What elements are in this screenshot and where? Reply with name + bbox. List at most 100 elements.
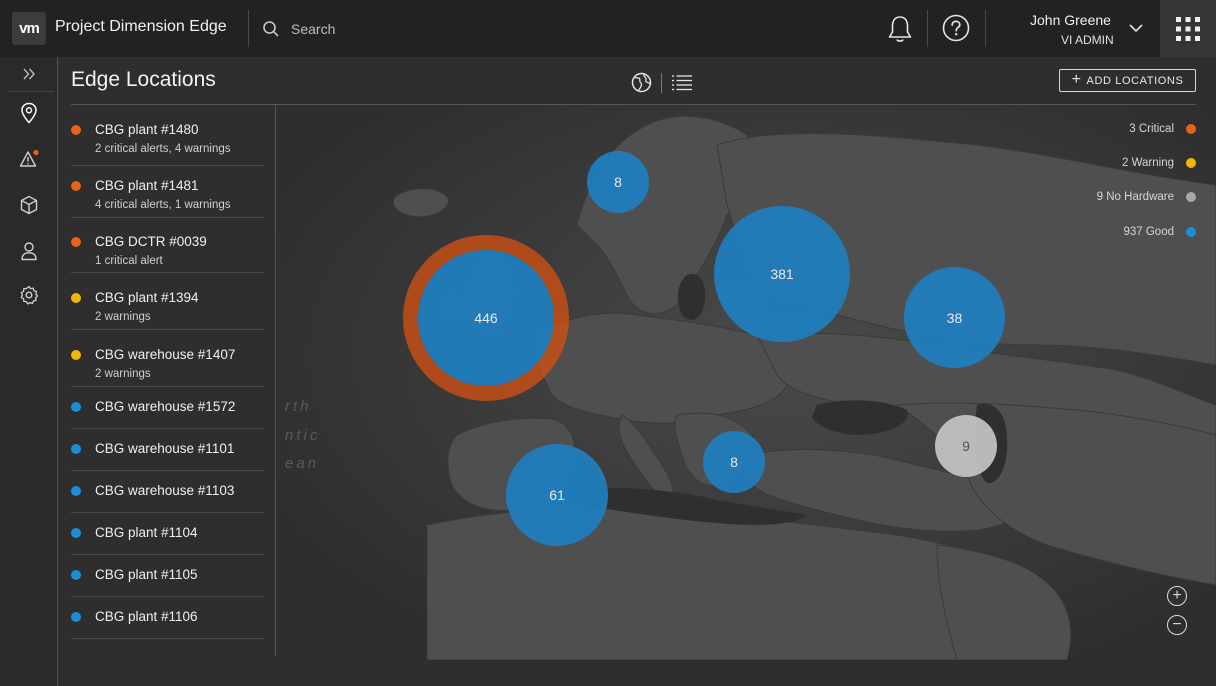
nav-settings[interactable] <box>16 282 42 308</box>
legend-dot <box>1186 158 1196 168</box>
cluster-bubble[interactable]: 446 <box>418 250 554 386</box>
location-list: CBG plant #1480 2 critical alerts, 4 warn… <box>71 105 276 656</box>
app-title[interactable]: Project Dimension Edge <box>55 18 227 36</box>
cluster-bubble[interactable]: 8 <box>703 431 765 493</box>
cluster-bubble[interactable]: 38 <box>904 267 1005 368</box>
cluster-bubble-no-hardware[interactable]: 9 <box>935 415 997 477</box>
ocean-label: rth <box>285 398 312 415</box>
nav-users[interactable] <box>16 238 42 264</box>
legend-item: 2 Warning <box>1122 157 1196 169</box>
location-status-summary: 2 critical alerts, 4 warnings <box>95 143 231 155</box>
legend-item: 937 Good <box>1123 226 1196 238</box>
location-pin-icon <box>21 102 37 124</box>
location-name: CBG plant #1394 <box>95 290 199 305</box>
location-name: CBG warehouse #1407 <box>95 347 236 362</box>
gear-icon <box>20 285 39 305</box>
toggle-divider <box>661 72 662 93</box>
list-view-icon[interactable] <box>671 74 693 92</box>
nav-alerts[interactable] <box>16 146 42 172</box>
double-chevron-right-icon <box>23 68 35 80</box>
status-dot <box>71 125 81 135</box>
legend-dot <box>1186 227 1196 237</box>
zoom-in-button[interactable]: + <box>1167 586 1187 606</box>
legend-label: 3 Critical <box>1129 123 1174 135</box>
legend-dot <box>1186 192 1196 202</box>
europe-map-shapes <box>392 115 1216 660</box>
location-name: CBG plant #1480 <box>95 122 199 137</box>
location-list-item[interactable]: CBG DCTR #0039 1 critical alert <box>71 217 264 273</box>
location-name: CBG warehouse #1103 <box>95 483 235 498</box>
page-title: Edge Locations <box>71 68 216 91</box>
status-dot <box>71 612 81 622</box>
location-name: CBG warehouse #1572 <box>95 399 236 414</box>
search-input[interactable]: Search <box>291 21 335 37</box>
location-list-item[interactable]: CBG plant #1104 <box>71 513 264 555</box>
user-name[interactable]: John Greene <box>1030 12 1111 28</box>
app-launcher-button[interactable] <box>1160 0 1216 57</box>
location-list-item[interactable]: CBG warehouse #1572 <box>71 387 264 429</box>
user-role: VI ADMIN <box>1061 33 1114 47</box>
vm-logo[interactable]: vm <box>12 12 46 45</box>
status-dot <box>71 486 81 496</box>
header-divider <box>985 10 986 47</box>
status-dot <box>71 350 81 360</box>
nav-inventory[interactable] <box>16 192 42 218</box>
globe-view-icon[interactable] <box>631 72 652 93</box>
top-header: vm Project Dimension Edge Search John Gr… <box>0 0 1216 57</box>
location-list-item[interactable]: CBG plant #1480 2 critical alerts, 4 warn… <box>71 105 264 166</box>
status-dot <box>71 402 81 412</box>
status-dot <box>71 293 81 303</box>
status-dot <box>71 570 81 580</box>
location-name: CBG DCTR #0039 <box>95 234 207 249</box>
location-status-summary: 1 critical alert <box>95 255 163 267</box>
chevron-down-icon[interactable] <box>1128 22 1144 34</box>
location-name: CBG plant #1104 <box>95 525 198 540</box>
location-status-summary: 2 warnings <box>95 368 151 380</box>
status-dot <box>71 237 81 247</box>
help-icon[interactable] <box>942 14 970 42</box>
location-list-item[interactable]: CBG warehouse #1101 <box>71 429 264 471</box>
location-status-summary: 4 critical alerts, 1 warnings <box>95 199 231 211</box>
rail-separator <box>8 91 54 92</box>
box-icon <box>20 195 38 215</box>
legend-label: 937 Good <box>1123 226 1174 238</box>
location-list-item[interactable]: CBG warehouse #1103 <box>71 471 264 513</box>
bell-icon[interactable] <box>886 14 914 44</box>
location-list-item[interactable]: CBG plant #1105 <box>71 555 264 597</box>
legend-item: 3 Critical <box>1129 123 1196 135</box>
location-status-summary: 2 warnings <box>95 311 151 323</box>
status-dot <box>71 181 81 191</box>
ocean-label: ean <box>285 455 320 472</box>
search-icon[interactable] <box>262 20 280 38</box>
location-name: CBG plant #1105 <box>95 567 198 582</box>
status-dot <box>71 528 81 538</box>
location-name: CBG plant #1106 <box>95 609 198 624</box>
nav-locations[interactable] <box>16 100 42 126</box>
status-dot <box>71 444 81 454</box>
cluster-bubble[interactable]: 61 <box>506 444 608 546</box>
expand-nav-button[interactable] <box>16 61 42 87</box>
app-window: vm Project Dimension Edge Search John Gr… <box>0 0 1216 686</box>
user-icon <box>21 242 37 261</box>
plus-icon: + <box>1071 70 1082 88</box>
location-list-item[interactable]: CBG plant #1106 <box>71 597 264 639</box>
legend-item: 9 No Hardware <box>1097 191 1196 203</box>
cluster-bubble[interactable]: 8 <box>587 151 649 213</box>
add-locations-button[interactable]: + ADD LOCATIONS <box>1059 69 1196 92</box>
location-list-item[interactable]: CBG plant #1481 4 critical alerts, 1 warn… <box>71 161 264 218</box>
map-view[interactable]: rth ntic ean 446 8 381 38 9 8 61 3 Criti… <box>277 105 1216 660</box>
header-divider <box>248 10 249 47</box>
location-list-item[interactable]: CBG plant #1394 2 warnings <box>71 273 264 330</box>
grid-icon <box>1176 16 1200 41</box>
side-nav-rail <box>0 57 58 686</box>
header-divider <box>927 10 928 47</box>
warning-triangle-icon <box>19 149 39 167</box>
view-toggle <box>631 72 693 93</box>
location-list-item[interactable]: CBG warehouse #1407 2 warnings <box>71 330 264 387</box>
location-name: CBG plant #1481 <box>95 178 199 193</box>
add-locations-label: ADD LOCATIONS <box>1086 74 1184 87</box>
location-name: CBG warehouse #1101 <box>95 441 235 456</box>
zoom-out-button[interactable]: − <box>1167 615 1187 635</box>
legend-label: 9 No Hardware <box>1096 191 1174 203</box>
cluster-bubble[interactable]: 381 <box>714 206 850 342</box>
